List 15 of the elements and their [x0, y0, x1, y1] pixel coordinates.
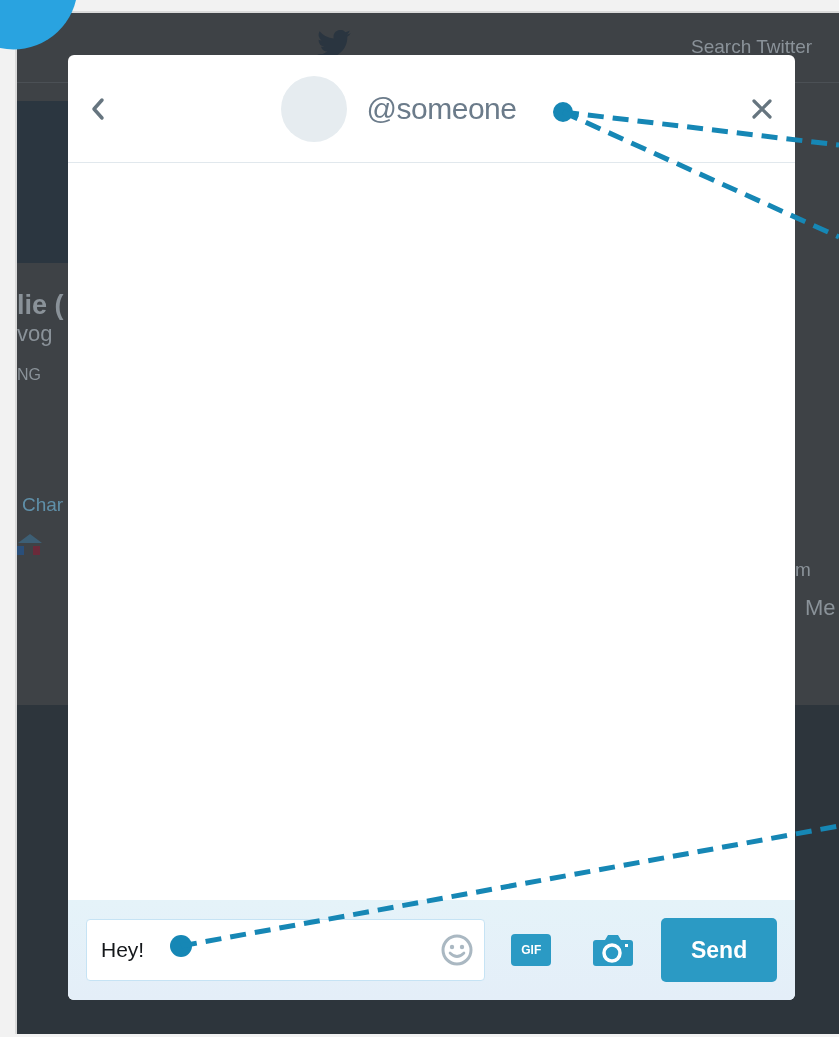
side-text: m [795, 558, 811, 582]
bird-logo-icon[interactable] [317, 30, 351, 58]
profile-name: lie ( [17, 289, 64, 322]
back-button[interactable] [90, 96, 106, 121]
stat-label: NG [17, 365, 41, 385]
recipient-handle: @someone [366, 91, 517, 127]
message-input[interactable]: Hey! [86, 919, 486, 981]
gif-button[interactable]: GIF [511, 934, 552, 966]
camera-button[interactable] [592, 933, 635, 967]
side-text: Me [805, 594, 836, 622]
close-button[interactable] [751, 97, 773, 120]
profile-handle: vog [17, 320, 53, 348]
house-icon [17, 531, 44, 557]
profile-link[interactable]: Char [22, 491, 64, 520]
send-button[interactable]: Send [661, 918, 777, 982]
